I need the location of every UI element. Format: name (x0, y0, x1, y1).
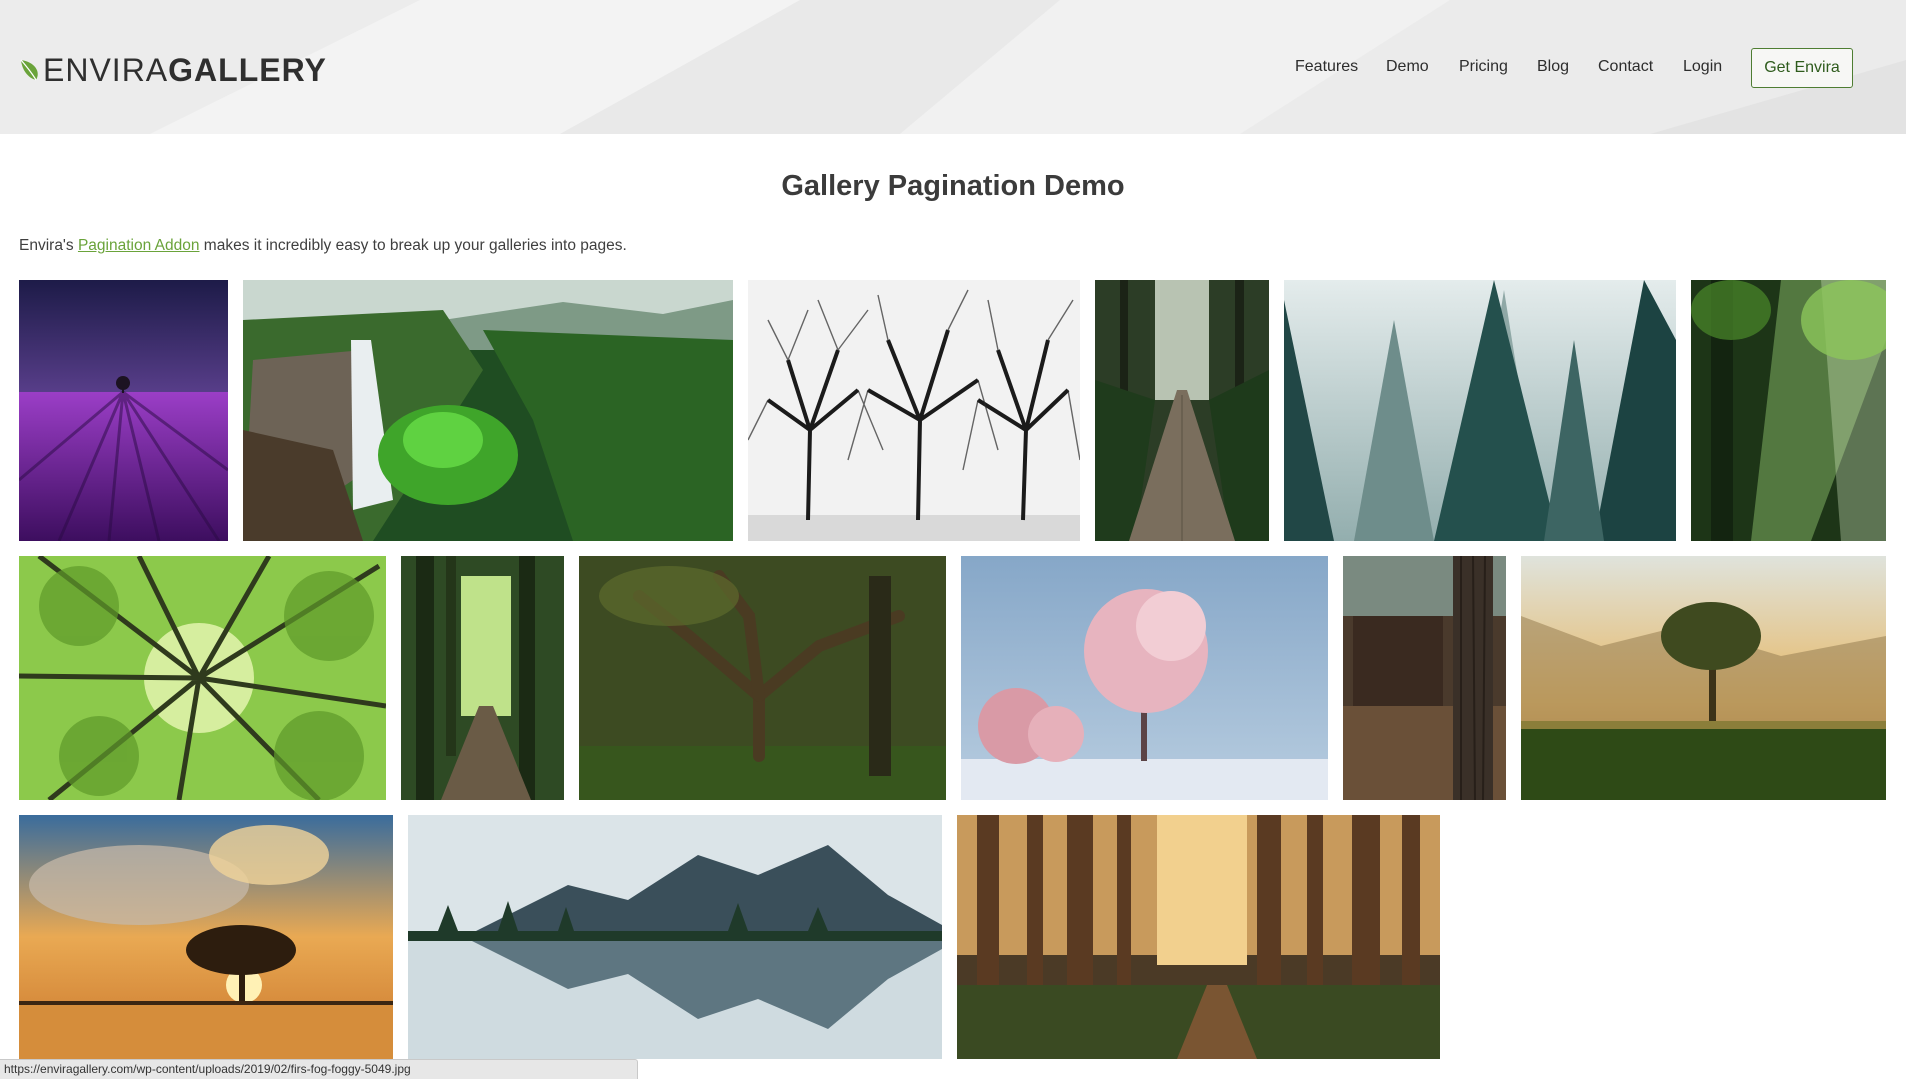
nav-pricing[interactable]: Pricing (1459, 58, 1508, 80)
gallery-image-tree-at-sunrise[interactable] (1521, 556, 1886, 800)
gallery-image-forest-trail[interactable] (401, 556, 564, 800)
gallery-image-bare-trees-bw[interactable] (748, 280, 1080, 541)
gallery-image-lavender-field-night[interactable] (19, 280, 228, 541)
intro-paragraph: Envira's Pagination Addon makes it incre… (19, 237, 627, 255)
nav-login[interactable]: Login (1683, 58, 1722, 80)
gallery-image-tree-trunk-cabin[interactable] (1343, 556, 1506, 800)
gallery-image-pink-frosted-tree[interactable] (961, 556, 1328, 800)
nav-blog[interactable]: Blog (1537, 58, 1569, 80)
gallery-image-old-oak-tree[interactable] (579, 556, 946, 800)
intro-text-before: Envira's (19, 237, 78, 254)
get-envira-button[interactable]: Get Envira (1751, 48, 1853, 88)
leaf-icon (20, 59, 38, 81)
intro-text-after: makes it incredibly easy to break up you… (199, 237, 627, 254)
gallery-image-waterfall-forest[interactable] (243, 280, 733, 541)
gallery-image-tree-canopy-looking-up[interactable] (19, 556, 386, 800)
nav-contact[interactable]: Contact (1598, 58, 1653, 80)
gallery-image-foggy-pine-forest[interactable] (1284, 280, 1676, 541)
browser-status-bar-url: https://enviragallery.com/wp-content/upl… (0, 1059, 638, 1079)
logo-text-gallery: GALLERY (168, 51, 327, 88)
gallery-image-wooden-forest-path[interactable] (1095, 280, 1269, 541)
nav-demo[interactable]: Demo (1386, 58, 1429, 80)
gallery-image-sunlit-redwood-forest[interactable] (957, 815, 1440, 1059)
envira-logo[interactable]: ENVIRA GALLERY (19, 50, 327, 90)
nav-features[interactable]: Features (1295, 58, 1358, 80)
site-header: ENVIRA GALLERY Features Demo Pricing Blo… (0, 0, 1906, 134)
gallery-image-sunbeams-forest[interactable] (1691, 280, 1886, 541)
pagination-addon-link[interactable]: Pagination Addon (78, 237, 200, 254)
gallery-image-mountain-lake-reflection[interactable] (408, 815, 942, 1059)
page-title: Gallery Pagination Demo (781, 170, 1125, 202)
logo-text-envira: ENVIRA (43, 51, 169, 88)
gallery-image-sunset-tree-reflection[interactable] (19, 815, 393, 1059)
